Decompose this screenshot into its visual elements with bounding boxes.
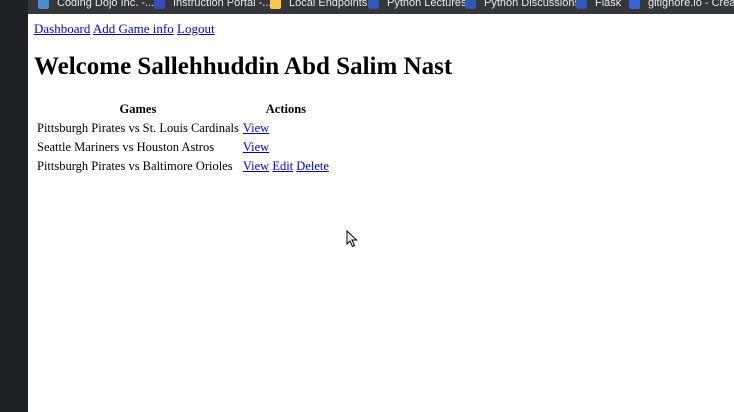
bookmark-python-lectures-icon	[368, 0, 379, 9]
games-table: Games Actions Pittsburgh Pirates vs St. …	[34, 99, 332, 177]
add-game-info-link[interactable]: Add Game info	[93, 21, 174, 36]
bookmark-gitignore-icon	[629, 0, 640, 9]
bookmarks-bar: Coding Dojo Inc. -... Instruction Portal…	[28, 0, 734, 14]
table-header-row: Games Actions	[36, 101, 330, 118]
bookmark-flask-icon	[576, 0, 587, 9]
bookmark-item[interactable]: Flask	[576, 0, 621, 11]
view-link[interactable]: View	[243, 159, 269, 173]
bookmark-item[interactable]: Local Endpoints	[270, 0, 367, 11]
bookmark-label: Instruction Portal -...	[173, 0, 272, 9]
logout-link[interactable]: Logout	[177, 21, 215, 36]
bookmark-python-discussions-icon	[465, 0, 476, 9]
bookmark-label: Coding Dojo Inc. -...	[57, 0, 155, 9]
page-content: Dashboard Add Game info Logout Welcome S…	[28, 14, 734, 412]
actions-column-header: Actions	[265, 102, 307, 116]
view-link[interactable]: View	[243, 140, 269, 154]
bookmark-label: Flask	[595, 0, 622, 9]
table-row: Pittsburgh Pirates vs St. Louis Cardinal…	[36, 120, 330, 137]
bookmark-item[interactable]: Python Discussions	[465, 0, 580, 11]
dashboard-link[interactable]: Dashboard	[34, 21, 90, 36]
game-title-cell: Seattle Mariners vs Houston Astros	[37, 140, 215, 154]
actions-cell: View	[242, 139, 330, 156]
bookmark-label: gitignore.io - Creat...	[648, 0, 734, 9]
table-row: Seattle Mariners vs Houston Astros View	[36, 139, 330, 156]
mouse-cursor-icon	[346, 230, 358, 248]
game-title-cell: Pittsburgh Pirates vs St. Louis Cardinal…	[37, 121, 239, 135]
bookmark-item[interactable]: Coding Dojo Inc. -...	[38, 0, 154, 11]
bookmark-label: Python Discussions	[484, 0, 580, 9]
bookmark-coding-dojo-icon	[38, 0, 49, 9]
bookmark-item[interactable]: Python Lectures	[368, 0, 467, 11]
top-nav: Dashboard Add Game info Logout	[34, 21, 215, 37]
left-dark-panel	[0, 0, 28, 412]
games-column-header: Games	[119, 102, 157, 116]
delete-link[interactable]: Delete	[296, 159, 329, 173]
actions-cell: View	[242, 120, 330, 137]
actions-cell: View Edit Delete	[242, 158, 330, 175]
bookmark-item[interactable]: gitignore.io - Creat...	[629, 0, 734, 11]
bookmark-instruction-portal-icon	[154, 0, 165, 9]
bookmark-label: Python Lectures	[387, 0, 467, 9]
edit-link[interactable]: Edit	[272, 159, 293, 173]
folder-icon	[270, 0, 281, 9]
table-row: Pittsburgh Pirates vs Baltimore Orioles …	[36, 158, 330, 175]
page-title: Welcome Sallehhuddin Abd Salim Nast	[34, 53, 453, 80]
game-title-cell: Pittsburgh Pirates vs Baltimore Orioles	[37, 159, 233, 173]
view-link[interactable]: View	[243, 121, 269, 135]
bookmark-label: Local Endpoints	[289, 0, 368, 9]
bookmark-item[interactable]: Instruction Portal -...	[154, 0, 271, 11]
